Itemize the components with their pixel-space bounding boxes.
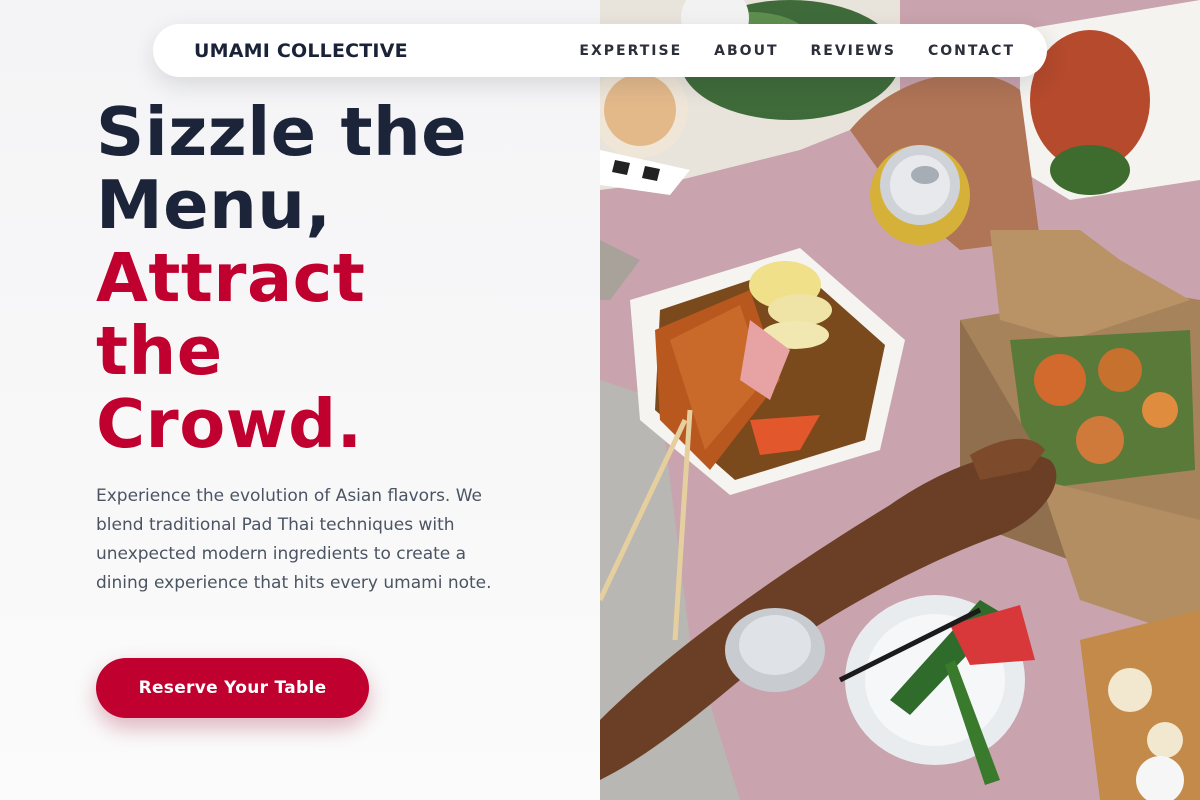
headline-accent-line-2: the [96, 312, 223, 390]
headline-line-1: Sizzle the [96, 93, 468, 171]
hero-headline: Sizzle the Menu, Attract the Crowd. [96, 96, 576, 461]
brand-logo-text[interactable]: UMAMI COLLECTIVE [194, 40, 408, 62]
headline-accent-line-1: Attract [96, 239, 366, 317]
hero-food-photo [600, 0, 1200, 800]
nav-link-about[interactable]: ABOUT [714, 43, 778, 59]
nav-link-reviews[interactable]: REVIEWS [811, 43, 896, 59]
top-navbar: UMAMI COLLECTIVE EXPERTISE ABOUT REVIEWS… [153, 24, 1047, 77]
nav-link-contact[interactable]: CONTACT [928, 43, 1015, 59]
headline-line-2: Menu, [96, 166, 332, 244]
reserve-table-button[interactable]: Reserve Your Table [96, 658, 369, 718]
hero-description: Experience the evolution of Asian flavor… [96, 486, 492, 593]
nav-link-expertise[interactable]: EXPERTISE [579, 43, 682, 59]
nav-links: EXPERTISE ABOUT REVIEWS CONTACT [579, 43, 1015, 59]
headline-accent-line-3: Crowd. [96, 385, 363, 463]
